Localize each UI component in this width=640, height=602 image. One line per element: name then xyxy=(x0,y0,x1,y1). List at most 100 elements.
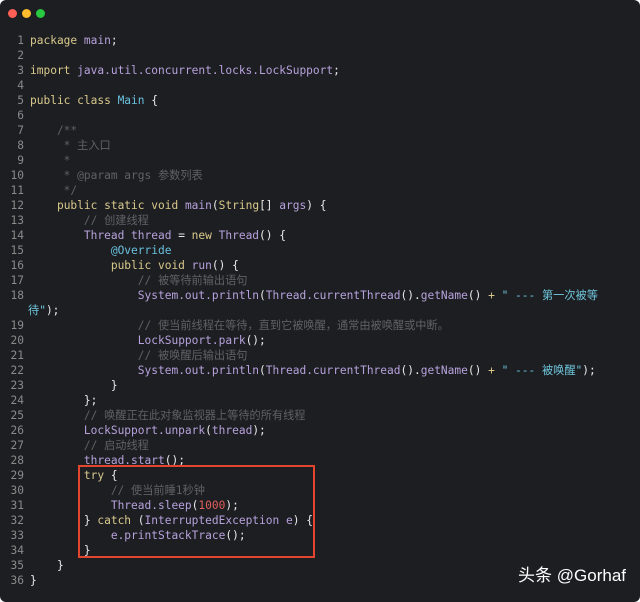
line-number: 3 xyxy=(17,64,24,77)
line-number: 29 xyxy=(10,469,24,482)
line-code: * @param args 参数列表 xyxy=(30,168,203,183)
line-code: // 被唤醒后输出语句 xyxy=(30,348,248,363)
code-token: package xyxy=(30,34,78,47)
line-number: 6 xyxy=(17,109,24,122)
line-code: } xyxy=(30,378,118,393)
code-token: Thread xyxy=(218,229,260,242)
line-code: /** xyxy=(30,123,77,138)
code-token: ( xyxy=(211,199,219,212)
line-number: 21 xyxy=(10,349,24,362)
code-line: 16 public void run() { xyxy=(0,258,640,273)
code-token: } xyxy=(30,559,64,572)
minimize-button[interactable] xyxy=(22,9,31,18)
code-line: 24 }; xyxy=(0,393,640,408)
code-line: 19 // 使当前线程在等待，直到它被唤醒，通常由被唤醒或中断。 xyxy=(0,318,640,333)
code-line-continuation: 待"); xyxy=(0,303,640,318)
line-code: // 创建线程 xyxy=(30,213,149,228)
line-code: } xyxy=(30,558,64,573)
line-number: 11 xyxy=(10,184,24,197)
line-code: LockSupport.park(); xyxy=(30,333,266,348)
code-token: thread xyxy=(211,424,253,437)
code-token: /** xyxy=(30,124,78,137)
watermark: 头条 @Gorhaf xyxy=(518,566,626,585)
code-line: 25 // 唤醒正在此对象监视器上等待的所有线程 xyxy=(0,408,640,423)
line-code: // 被等待前输出语句 xyxy=(30,273,248,288)
code-token: public void xyxy=(110,259,192,272)
line-code: Thread thread = new Thread() { xyxy=(30,228,286,243)
code-token: * xyxy=(30,154,71,167)
code-token: ( xyxy=(259,289,266,302)
code-token: * @param args 参数列表 xyxy=(30,169,203,182)
code-token: main xyxy=(184,199,212,212)
code-token: java.util.concurrent.locks.LockSupport xyxy=(77,64,334,77)
line-number: 31 xyxy=(10,499,24,512)
code-token: public class xyxy=(30,94,118,107)
code-token: 待" xyxy=(28,304,46,317)
code-token: (). xyxy=(400,289,421,302)
code-token: getName xyxy=(420,364,468,377)
code-token: public static void xyxy=(56,199,185,212)
line-code: @Override xyxy=(30,243,172,258)
line-code: public void run() { xyxy=(30,258,239,273)
code-token: ); xyxy=(582,364,596,377)
code-token: [] xyxy=(259,199,280,212)
code-token: args xyxy=(279,199,307,212)
line-number: 30 xyxy=(10,484,24,497)
line-number: 17 xyxy=(10,274,24,287)
close-button[interactable] xyxy=(8,9,17,18)
code-token: // 唤醒正在此对象监视器上等待的所有线程 xyxy=(30,409,306,422)
line-number: 35 xyxy=(10,559,24,572)
line-number: 15 xyxy=(10,244,24,257)
code-token: Main xyxy=(117,94,145,107)
line-code: }; xyxy=(30,393,97,408)
code-token: (). xyxy=(400,364,421,377)
code-line: 21 // 被唤醒后输出语句 xyxy=(0,348,640,363)
line-number: 19 xyxy=(10,319,24,332)
code-line: 27 // 启动线程 xyxy=(0,438,640,453)
code-token: ); xyxy=(252,424,266,437)
line-number: 27 xyxy=(10,439,24,452)
code-line: 13 // 创建线程 xyxy=(0,213,640,228)
line-number: 25 xyxy=(10,409,24,422)
code-token: () xyxy=(467,289,489,302)
line-number: 36 xyxy=(10,574,24,587)
line-number: 7 xyxy=(17,124,24,137)
line-number: 1 xyxy=(17,34,24,47)
line-code: public class Main { xyxy=(30,93,158,108)
code-token: run xyxy=(191,259,212,272)
line-number: 14 xyxy=(10,229,24,242)
line-code: import java.util.concurrent.locks.LockSu… xyxy=(30,63,340,78)
code-line: 1 package main; xyxy=(0,33,640,48)
line-number: 16 xyxy=(10,259,24,272)
line-code: // 唤醒正在此对象监视器上等待的所有线程 xyxy=(30,408,306,423)
code-token: System.out.println xyxy=(137,364,260,377)
zoom-button[interactable] xyxy=(36,9,45,18)
line-number: 26 xyxy=(10,424,24,437)
code-token: String xyxy=(218,199,260,212)
line-code: package main; xyxy=(30,33,118,48)
code-line: 17 // 被等待前输出语句 xyxy=(0,273,640,288)
code-token: ; xyxy=(110,34,118,47)
code-token: ( xyxy=(259,364,266,377)
line-number: 34 xyxy=(10,544,24,557)
line-code: * 主入口 xyxy=(30,138,111,153)
code-line: 3 import java.util.concurrent.locks.LockS… xyxy=(0,63,640,78)
code-line: 10 * @param args 参数列表 xyxy=(0,168,640,183)
code-token: @Override xyxy=(110,244,172,257)
code-token: } xyxy=(30,379,118,392)
code-token: main xyxy=(83,34,111,47)
code-token: }; xyxy=(30,394,98,407)
code-line: 15 @Override xyxy=(0,243,640,258)
code-token: Thread thread xyxy=(83,229,172,242)
highlight-box-try-catch xyxy=(78,465,315,558)
line-code: */ xyxy=(30,183,77,198)
code-token: ) { xyxy=(306,199,327,212)
